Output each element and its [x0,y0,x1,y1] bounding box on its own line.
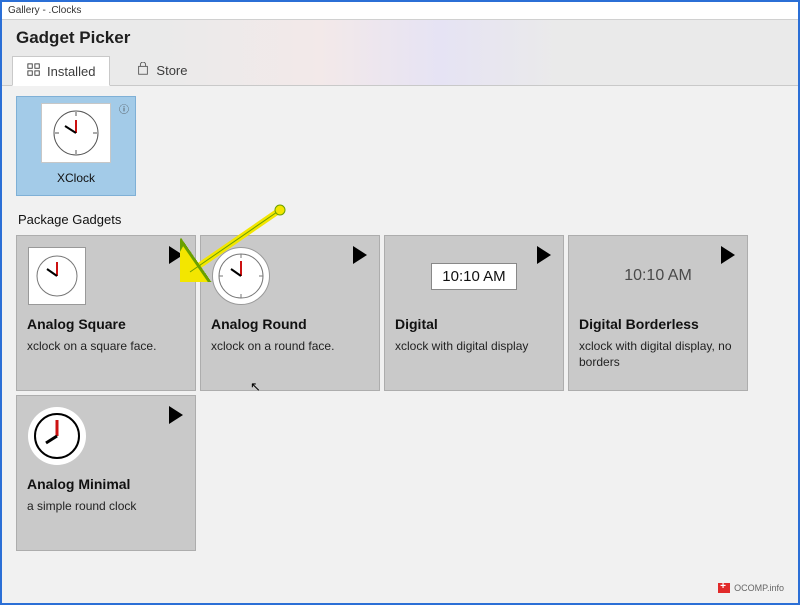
clock-icon [51,108,101,158]
gadget-card-digital[interactable]: 10:10 AM Digital xclock with digital dis… [384,235,564,391]
gadget-desc: xclock with digital display, no borders [579,338,737,370]
window: Gallery - .Clocks Gadget Picker Installe… [0,0,800,605]
gadget-grid: Analog Square xclock on a square face. A… [16,235,784,551]
gadget-desc: xclock with digital display [395,338,553,354]
play-icon[interactable] [169,246,183,264]
digital-clock-icon: 10:10 AM [431,263,516,290]
gadget-thumb [27,406,87,466]
gadget-title: Analog Square [27,316,185,332]
gadget-desc: a simple round clock [27,498,185,514]
info-icon[interactable]: ⓘ [119,101,129,116]
gadget-card-analog-minimal[interactable]: Analog Minimal a simple round clock [16,395,196,551]
installed-label: XClock [57,171,95,185]
gadget-desc: xclock on a square face. [27,338,185,354]
gadget-thumb: 10:10 AM [395,246,553,306]
tab-store[interactable]: Store [122,55,201,85]
content-area: ⓘ XClock Package Gadgets [2,86,798,561]
gadget-card-analog-round[interactable]: Analog Round xclock on a round face. [200,235,380,391]
tab-label: Installed [47,64,95,79]
gadget-thumb [27,246,87,306]
gadget-card-digital-borderless[interactable]: 10:10 AM Digital Borderless xclock with … [568,235,748,391]
tabstrip: Installed Store [2,56,798,86]
gadget-title: Analog Minimal [27,476,185,492]
tab-installed[interactable]: Installed [12,56,110,86]
header: Gadget Picker [2,20,798,56]
clock-round-icon [212,247,270,305]
gadget-thumb: 10:10 AM [579,246,737,306]
play-icon[interactable] [537,246,551,264]
window-titlebar: Gallery - .Clocks [2,2,798,20]
play-icon[interactable] [353,246,367,264]
watermark-text: OCOMP.info [734,583,784,593]
gadget-desc: xclock on a round face. [211,338,369,354]
window-title: Gallery - .Clocks [8,5,81,16]
gadget-title: Digital [395,316,553,332]
installed-row: ⓘ XClock [16,96,784,196]
clock-square-icon [28,247,86,305]
watermark: OCOMP.info [718,583,784,593]
gadget-title: Analog Round [211,316,369,332]
gadget-title: Digital Borderless [579,316,737,332]
digital-borderless-icon: 10:10 AM [624,267,692,285]
bag-icon [136,62,150,79]
play-icon[interactable] [169,406,183,424]
section-title: Package Gadgets [18,212,784,227]
play-icon[interactable] [721,246,735,264]
tab-label: Store [156,63,187,78]
page-title: Gadget Picker [16,28,130,47]
clock-minimal-icon [28,407,86,465]
installed-thumb [41,103,111,163]
gadget-thumb [211,246,271,306]
flag-icon [718,583,730,593]
installed-item-xclock[interactable]: ⓘ XClock [16,96,136,196]
grid-icon [27,63,41,80]
gadget-card-analog-square[interactable]: Analog Square xclock on a square face. [16,235,196,391]
